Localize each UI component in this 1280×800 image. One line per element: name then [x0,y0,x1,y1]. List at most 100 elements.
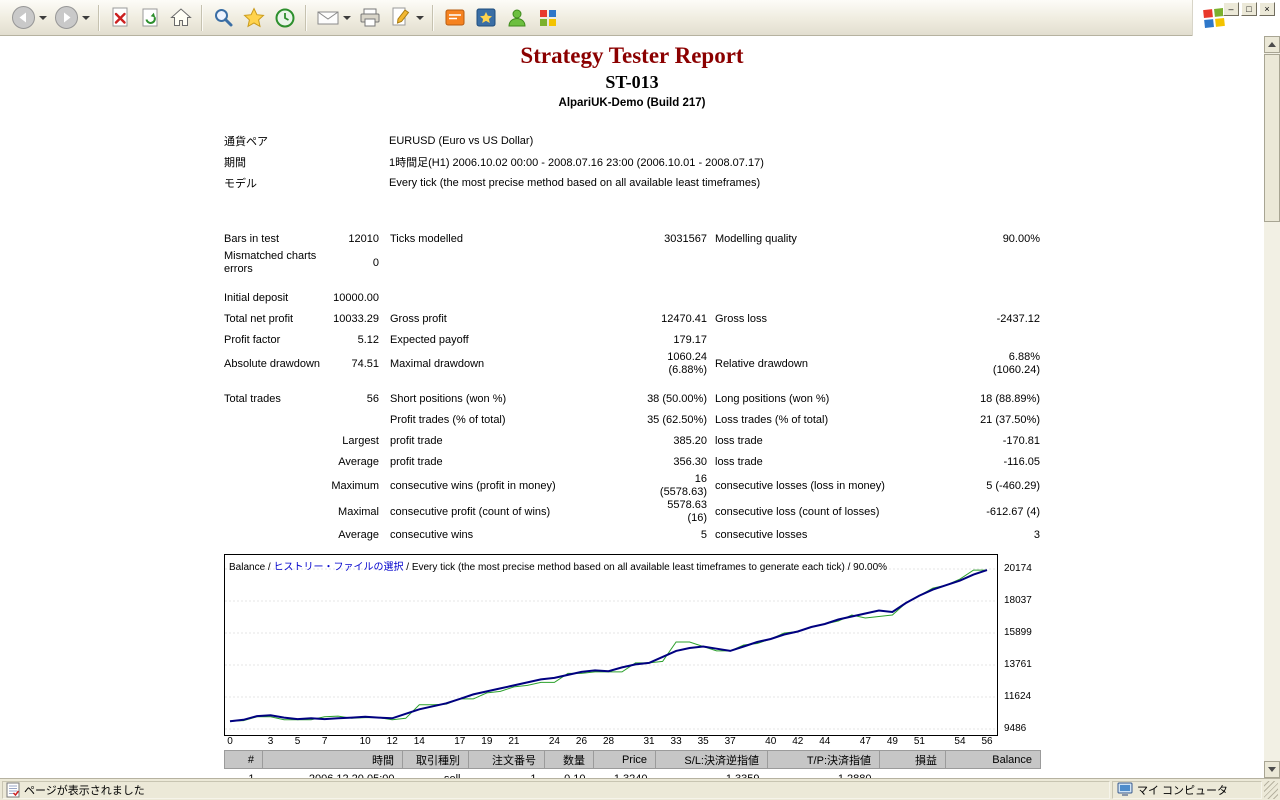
report-title: Strategy Tester Report [520,43,744,68]
mail-dropdown-icon[interactable] [343,15,351,20]
stat-label: Mismatched charts errors [224,250,317,275]
stats-spacer-row [224,377,1040,389]
stat-label: profit trade [390,456,443,468]
stat-label [379,288,645,309]
stat-label: Modelling quality [715,233,797,245]
stat-label [224,452,329,473]
balance-chart: Balance / ヒストリー・ファイルの選択 / Every tick (th… [224,554,1040,736]
stop-button[interactable] [106,3,135,33]
chart-x-axis: 0 3 5 7 10 12 14 17 19 21 24 26 28 31 33 35 37 40 42 44 47 49… [224,736,998,748]
research-button[interactable] [471,3,501,33]
trades-col-header: 注文番号 [468,750,545,769]
edit-dropdown-icon[interactable] [416,15,424,20]
info-row: 通貨ペア EURUSD (Euro vs US Dollar) [224,130,1040,151]
search-button[interactable] [209,3,238,33]
stat-label: Gross loss [715,313,767,325]
home-icon [170,8,192,26]
toolbar-separator [201,4,203,31]
y-tick-label: 11624 [1004,690,1032,702]
window-controls: – □ × [1223,2,1275,16]
stat-label: consecutive wins (profit in money) [390,479,556,492]
x-tick-label: 7 [321,736,328,747]
stat-value: 3 [1033,529,1040,541]
stat-label: loss trade [715,456,763,468]
edit-button[interactable] [386,3,427,33]
info-row: 期間 1時間足(H1) 2006.10.02 00:00 - 2008.07.16… [224,151,1040,172]
info-table: 通貨ペア EURUSD (Euro vs US Dollar) 期間 1時間足(H1)… [224,130,1040,193]
stat-value: 21 (37.50%) [980,414,1040,426]
favorites-button[interactable] [239,3,269,33]
strategy-tester-report: Strategy Tester Report ST-013 AlpariUK-D… [224,42,1041,778]
print-button[interactable] [355,3,385,33]
trades-col-header: Balance [945,750,1041,769]
stats-row: Total trades 56 Short positions (won %) 38 … [224,389,1040,410]
stats-row: Maximum consecutive wins (profit in money… [224,473,1040,499]
media-button[interactable] [533,3,563,33]
stat-label: Long positions (won %) [715,393,830,405]
stop-icon [112,7,128,27]
stats-row: Absolute drawdown 74.51 Maximal drawdown 10… [224,351,1040,377]
stat-value: -612.67 (4) [986,505,1040,518]
chart-y-axis: 20174 18037 15899 13761 11624 9486 [998,554,1040,736]
x-tick-label: 37 [724,736,736,747]
stat-label: Maximal drawdown [390,357,485,370]
x-tick-label: 17 [454,736,466,747]
trades-table-body: 12006.12.20 05:00sell10.101.32401.33591.… [225,769,1041,778]
info-label: 期間 [224,156,246,169]
x-tick-label: 54 [954,736,966,747]
x-tick-label: 56 [981,736,993,747]
resize-grip[interactable] [1264,780,1278,799]
stat-value: 12470.41 [661,313,707,325]
scroll-down-button[interactable] [1264,761,1280,778]
info-value: 1時間足(H1) 2006.10.02 00:00 - 2008.07.16 2… [389,156,764,169]
stats-row: Mismatched charts errors 0 [224,250,1040,276]
stat-label: consecutive losses (loss in money) [715,479,885,492]
chart-caption-link: ヒストリー・ファイルの選択 [273,562,404,573]
trade-cell: 1.3240 [594,769,656,778]
print-icon [360,8,380,27]
stat-value: -170.81 [1002,435,1040,447]
back-button[interactable] [8,3,50,33]
mail-button[interactable] [313,3,354,33]
close-button[interactable]: × [1259,2,1275,16]
scroll-thumb[interactable] [1264,54,1280,222]
info-value: EURUSD (Euro vs US Dollar) [389,134,534,147]
mail-icon [317,11,339,25]
back-dropdown-icon[interactable] [39,15,47,20]
restore-button[interactable]: □ [1241,2,1257,16]
stat-value: 18 (88.89%) [980,393,1040,405]
vertical-scrollbar[interactable] [1264,36,1280,778]
info-label: モデル [224,177,257,190]
messenger-icon [445,9,465,26]
stat-label: Loss trades (% of total) [715,414,829,426]
stat-value [329,410,379,431]
x-tick-label: 33 [670,736,682,747]
stat-value: 5 [700,529,707,541]
stat-value: 385.20 [673,435,707,447]
stat-label [379,250,645,276]
stat-value: -116.05 [1003,456,1041,468]
x-tick-label: 12 [386,736,398,747]
trades-col-header: 取引種別 [402,750,469,769]
stats-row: Total net profit 10033.29 Gross profit 1247… [224,309,1040,330]
messenger-button[interactable] [440,3,470,33]
y-tick-label: 15899 [1004,626,1032,638]
history-button[interactable] [270,3,300,33]
forward-button[interactable] [51,3,93,33]
scroll-up-button[interactable] [1264,36,1280,53]
minimize-button[interactable]: – [1223,2,1239,16]
x-tick-label: 44 [819,736,831,747]
x-tick-label: 24 [548,736,560,747]
stat-value: 0 [372,256,379,269]
stat-label: Absolute drawdown [224,357,321,370]
trade-cell: 1.3359 [656,769,768,778]
msn-messenger-button[interactable] [502,3,532,33]
report-subtitle: ST-013 [605,72,659,92]
stats-spacer-row [224,276,1040,288]
stat-label: Short positions (won %) [390,393,507,405]
back-icon [12,6,35,29]
home-button[interactable] [166,3,196,33]
forward-dropdown-icon[interactable] [82,15,90,20]
refresh-button[interactable] [136,3,165,33]
stat-label: consecutive profit (count of wins) [390,505,551,518]
